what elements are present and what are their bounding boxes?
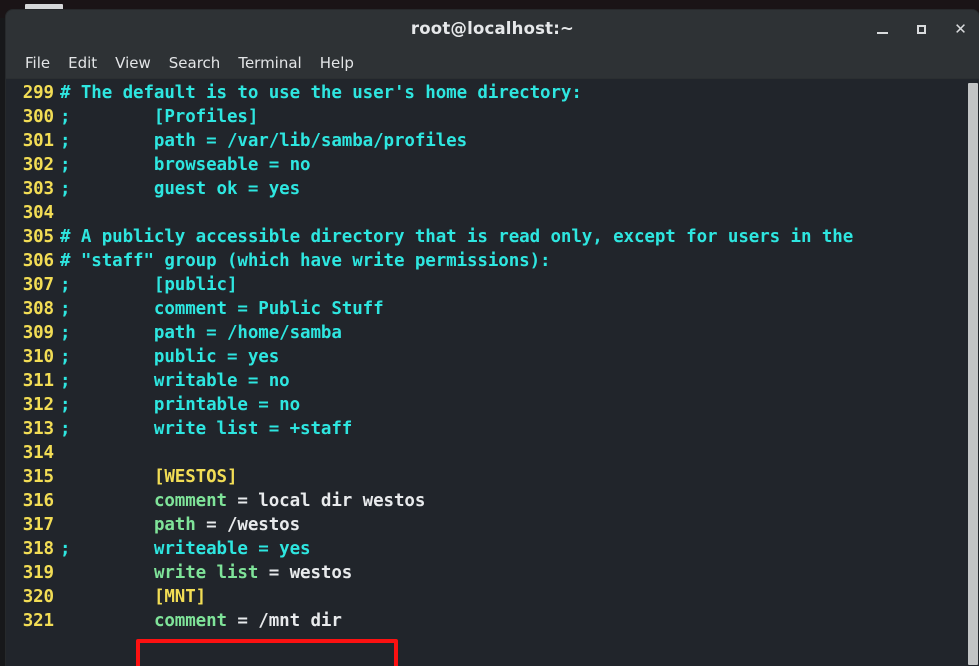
line-number: 302: [22, 155, 54, 175]
editor-line: 315 [WESTOS]: [6, 465, 979, 489]
line-number: 304: [22, 203, 54, 223]
editor-line: 313 ; write list = +staff: [6, 417, 979, 441]
line-segment: # "staff" group (which have write permis…: [60, 251, 551, 271]
menu-bar: File Edit View Search Terminal Help: [6, 48, 979, 79]
line-segment: ; guest ok = yes: [60, 179, 301, 199]
editor-line: 312 ; printable = no: [6, 393, 979, 417]
line-segment: [60, 491, 154, 511]
line-number: 316: [22, 491, 54, 511]
window-controls: ✕: [874, 10, 969, 48]
terminal-window: root@localhost:~ ✕ File Edit View Search…: [6, 10, 979, 666]
line-segment: ; [public]: [60, 275, 238, 295]
line-number: 301: [22, 131, 54, 151]
editor-line: 300 ; [Profiles]: [6, 105, 979, 129]
line-number: 318: [22, 539, 54, 559]
line-segment: ; path = /var/lib/samba/profiles: [60, 131, 467, 151]
editor-lines: 299 # The default is to use the user's ho…: [6, 79, 979, 633]
menu-item-help[interactable]: Help: [311, 52, 363, 74]
close-button[interactable]: ✕: [952, 21, 969, 38]
maximize-icon: [917, 24, 926, 34]
line-segment: ; browseable = no: [60, 155, 311, 175]
editor-line: 299 # The default is to use the user's ho…: [6, 81, 979, 105]
line-segment: = /mnt dir: [227, 611, 342, 631]
line-segment: ; comment = Public Stuff: [60, 299, 384, 319]
editor-line: 302 ; browseable = no: [6, 153, 979, 177]
line-number: 320: [22, 587, 54, 607]
line-segment: ; printable = no: [60, 395, 301, 415]
line-segment: ; writable = no: [60, 371, 290, 391]
menu-item-file[interactable]: File: [16, 52, 59, 74]
line-number: 319: [22, 563, 54, 583]
line-number: 311: [22, 371, 54, 391]
terminal-window-app: root@localhost:~ ✕ File Edit View Search…: [0, 0, 979, 666]
editor-line: 305 # A publicly accessible directory tha…: [6, 225, 979, 249]
line-segment: comment: [153, 611, 227, 631]
line-segment: ; write list = +staff: [60, 419, 353, 439]
line-number: 315: [22, 467, 54, 487]
line-segment: ; public = yes: [60, 347, 280, 367]
editor-line: 301 ; path = /var/lib/samba/profiles: [6, 129, 979, 153]
editor-line: 320 [MNT]: [6, 585, 979, 609]
minimize-icon: [877, 31, 888, 34]
line-segment: [60, 611, 154, 631]
scrollbar-thumb[interactable]: [968, 83, 978, 665]
line-number: 305: [22, 227, 54, 247]
menu-item-terminal[interactable]: Terminal: [229, 52, 310, 74]
line-segment: write list: [153, 563, 259, 583]
line-segment: ; [Profiles]: [60, 107, 259, 127]
editor-line: 318 ; writeable = yes: [6, 537, 979, 561]
line-number: 313: [22, 419, 54, 439]
line-segment: = local dir westos: [227, 491, 426, 511]
line-number: 309: [22, 323, 54, 343]
menu-item-edit[interactable]: Edit: [59, 52, 106, 74]
editor-line: 317 path = /westos: [6, 513, 979, 537]
line-segment: [WESTOS]: [153, 467, 238, 487]
line-number: 312: [22, 395, 54, 415]
line-segment: = /westos: [195, 515, 301, 535]
line-segment: ; path = /home/samba: [60, 323, 342, 343]
editor-line: 310 ; public = yes: [6, 345, 979, 369]
line-number: 306: [22, 251, 54, 271]
editor-line: 311 ; writable = no: [6, 369, 979, 393]
line-segment: path: [153, 515, 196, 535]
line-segment: ; writeable = yes: [60, 539, 311, 559]
line-segment: [MNT]: [153, 587, 207, 607]
line-segment: [60, 587, 154, 607]
editor-line: 304: [6, 201, 979, 225]
window-title: root@localhost:~: [410, 19, 575, 38]
editor-line: 321 comment = /mnt dir: [6, 609, 979, 633]
editor-line: 303 ; guest ok = yes: [6, 177, 979, 201]
line-number: 299: [22, 83, 54, 103]
scrollbar[interactable]: [967, 79, 979, 666]
line-segment: = westos: [258, 563, 353, 583]
line-number: 307: [22, 275, 54, 295]
editor-line: 319 write list = westos: [6, 561, 979, 585]
editor-line: 309 ; path = /home/samba: [6, 321, 979, 345]
line-segment: [60, 467, 154, 487]
line-number: 300: [22, 107, 54, 127]
line-segment: [60, 563, 154, 583]
line-segment: [60, 515, 154, 535]
line-number: 314: [22, 443, 54, 463]
title-bar[interactable]: root@localhost:~ ✕: [6, 10, 979, 48]
line-number: 310: [22, 347, 54, 367]
menu-item-search[interactable]: Search: [160, 52, 230, 74]
line-number: 303: [22, 179, 54, 199]
editor-line: 308 ; comment = Public Stuff: [6, 297, 979, 321]
terminal-viewport[interactable]: 299 # The default is to use the user's ho…: [6, 79, 979, 666]
editor-line: 314: [6, 441, 979, 465]
line-number: 321: [22, 611, 54, 631]
menu-item-view[interactable]: View: [106, 52, 160, 74]
annotation-highlight-box: [136, 639, 398, 666]
line-number: 308: [22, 299, 54, 319]
line-number: 317: [22, 515, 54, 535]
minimize-button[interactable]: [874, 21, 891, 38]
maximize-button[interactable]: [913, 21, 930, 38]
editor-line: 307 ; [public]: [6, 273, 979, 297]
line-segment: # The default is to use the user's home …: [60, 83, 582, 103]
line-segment: comment: [153, 491, 227, 511]
editor-line: 306 # "staff" group (which have write per…: [6, 249, 979, 273]
line-segment: # A publicly accessible directory that i…: [60, 227, 854, 247]
editor-line: 316 comment = local dir westos: [6, 489, 979, 513]
